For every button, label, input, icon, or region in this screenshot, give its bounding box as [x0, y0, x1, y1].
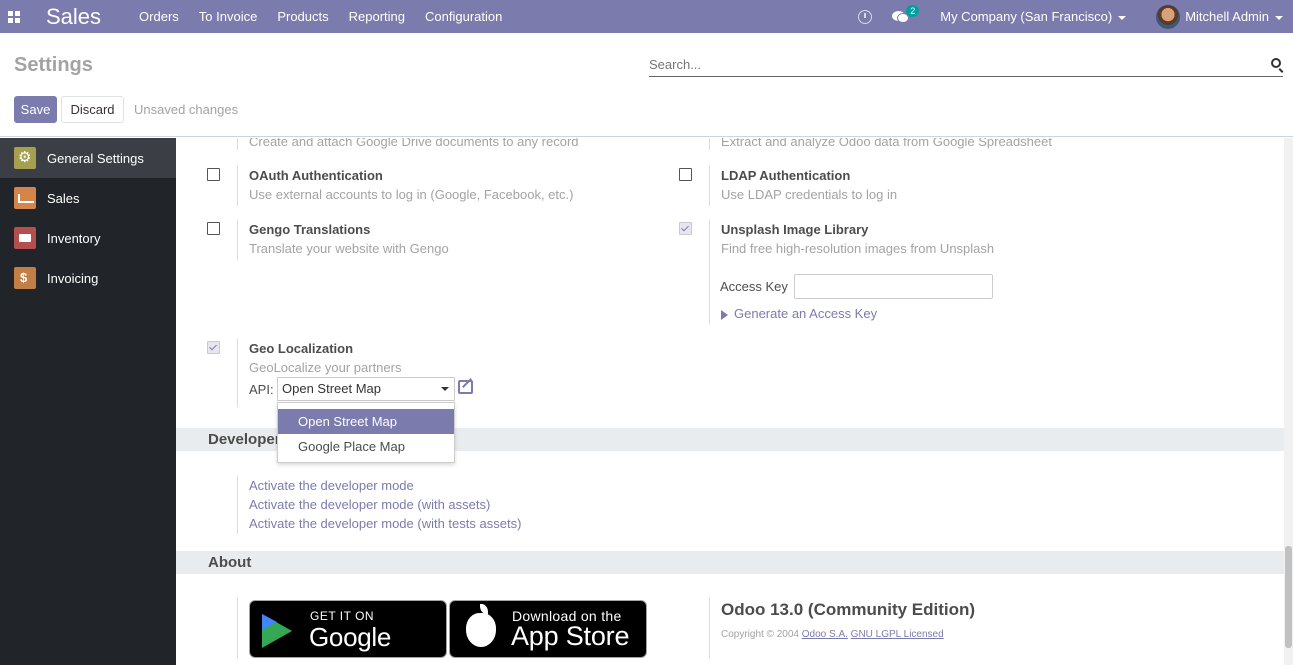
api-select-value: Open Street Map — [282, 381, 381, 396]
activity-clock-icon[interactable] — [858, 9, 873, 24]
search-icon[interactable] — [1271, 58, 1281, 68]
unsplash-checkbox[interactable] — [679, 222, 692, 235]
chevron-down-icon — [1118, 15, 1127, 20]
menu-reporting[interactable]: Reporting — [349, 9, 405, 24]
divider — [237, 220, 238, 260]
unsplash-title: Unsplash Image Library — [721, 222, 869, 237]
settings-app-icon — [14, 147, 36, 169]
arrow-right-icon — [721, 309, 728, 320]
dropdown-option-open-street-map[interactable]: Open Street Map — [278, 409, 454, 434]
sales-app-icon — [14, 187, 36, 209]
ldap-title: LDAP Authentication — [721, 168, 851, 183]
copyright-text: Copyright © 2004 Odoo S.A. GNU LGPL Lice… — [721, 629, 944, 640]
app-store-main-text: App Store — [511, 621, 630, 651]
external-link-icon[interactable] — [458, 380, 473, 394]
copyright-prefix: Copyright © 2004 — [721, 629, 799, 640]
ldap-checkbox[interactable] — [679, 168, 692, 181]
generate-access-key-link[interactable]: Generate an Access Key — [721, 306, 877, 321]
user-name: Mitchell Admin — [1185, 9, 1269, 24]
oauth-checkbox[interactable] — [207, 168, 220, 181]
oauth-desc: Use external accounts to log in (Google,… — [249, 187, 574, 202]
license-link[interactable]: GNU LGPL Licensed — [851, 629, 944, 640]
oauth-title: OAuth Authentication — [249, 168, 383, 183]
geo-title: Geo Localization — [249, 341, 354, 356]
scrollbar-thumb[interactable] — [1285, 546, 1292, 648]
top-navbar: Sales Orders To Invoice Products Reporti… — [0, 0, 1293, 33]
search-bar — [649, 55, 1283, 77]
ldap-desc: Use LDAP credentials to log in — [721, 187, 898, 202]
settings-content: Create and attach Google Drive documents… — [176, 138, 1284, 665]
gengo-checkbox[interactable] — [207, 222, 220, 235]
geo-checkbox[interactable] — [207, 341, 220, 354]
divider — [709, 138, 710, 150]
settings-sidebar: General Settings Sales Inventory Invoici… — [0, 138, 176, 665]
divider — [709, 166, 710, 206]
divider — [237, 138, 238, 150]
menu-configuration[interactable]: Configuration — [425, 9, 502, 24]
about-section-title: About — [176, 551, 1284, 574]
divider — [237, 598, 238, 658]
inventory-app-icon — [14, 227, 36, 249]
api-select[interactable]: Open Street Map — [277, 377, 455, 401]
control-panel: Settings Save Discard Unsaved changes — [0, 40, 1293, 137]
sidebar-item-label: Invoicing — [47, 270, 99, 286]
discard-button[interactable]: Discard — [61, 96, 124, 123]
divider — [709, 220, 710, 324]
access-key-label: Access Key — [720, 279, 788, 294]
content-scrollbar[interactable] — [1284, 138, 1293, 665]
divider — [237, 339, 238, 407]
chevron-down-icon — [1275, 15, 1283, 20]
apps-menu-icon[interactable] — [0, 0, 28, 33]
company-name: My Company (San Francisco) — [940, 9, 1113, 24]
google-play-icon — [262, 614, 292, 648]
divider — [237, 476, 238, 534]
dev-mode-assets-link[interactable]: Activate the developer mode (with assets… — [249, 497, 490, 512]
company-switcher[interactable]: My Company (San Francisco) — [940, 9, 1127, 24]
chat-count-badge: 2 — [906, 4, 920, 17]
dev-mode-tests-link[interactable]: Activate the developer mode (with tests … — [249, 516, 521, 531]
app-name[interactable]: Sales — [46, 4, 101, 30]
google-play-badge[interactable]: GET IT ON Google Play — [249, 600, 447, 665]
invoicing-app-icon — [14, 267, 36, 289]
gengo-desc: Translate your website with Gengo — [249, 241, 449, 256]
sidebar-item-sales[interactable]: Sales — [0, 178, 176, 218]
api-dropdown-menu: Open Street Map Google Place Map — [277, 402, 455, 463]
unsaved-status: Unsaved changes — [134, 102, 239, 117]
google-sheet-desc: Extract and analyze Odoo data from Googl… — [721, 138, 1052, 149]
generate-access-key-label: Generate an Access Key — [734, 306, 878, 321]
dropdown-option-google-place-map[interactable]: Google Place Map — [278, 434, 454, 459]
unsplash-desc: Find free high-resolution images from Un… — [721, 241, 995, 256]
chat-icon[interactable]: 2 — [892, 4, 920, 24]
menu-orders[interactable]: Orders — [139, 9, 179, 24]
menu-products[interactable]: Products — [277, 9, 328, 24]
page-title: Settings — [14, 54, 93, 76]
sidebar-item-label: Sales — [47, 190, 80, 206]
google-play-main-text: Google Play — [309, 622, 392, 665]
search-input[interactable] — [649, 55, 1249, 72]
divider — [709, 598, 710, 658]
geo-desc: GeoLocalize your partners — [249, 360, 402, 375]
caret-down-icon — [441, 387, 449, 391]
dev-mode-link[interactable]: Activate the developer mode — [249, 478, 414, 493]
apple-icon — [466, 604, 496, 647]
avatar[interactable] — [1156, 4, 1181, 29]
main-menu: Orders To Invoice Products Reporting Con… — [139, 9, 522, 24]
api-label: API: — [249, 382, 274, 397]
odoo-version: Odoo 13.0 (Community Edition) — [721, 600, 976, 619]
google-drive-desc: Create and attach Google Drive documents… — [249, 138, 579, 149]
google-play-top-text: GET IT ON — [310, 609, 375, 623]
sidebar-item-label: General Settings — [47, 150, 144, 166]
odoo-sa-link[interactable]: Odoo S.A. — [802, 629, 848, 640]
access-key-input[interactable] — [794, 274, 993, 299]
save-button[interactable]: Save — [14, 96, 57, 123]
sidebar-item-invoicing[interactable]: Invoicing — [0, 258, 176, 298]
menu-to-invoice[interactable]: To Invoice — [199, 9, 258, 24]
sidebar-item-inventory[interactable]: Inventory — [0, 218, 176, 258]
gengo-title: Gengo Translations — [249, 222, 371, 237]
app-store-badge[interactable]: Download on the App Store — [449, 600, 647, 658]
sidebar-item-general-settings[interactable]: General Settings — [0, 138, 176, 178]
user-menu[interactable]: Mitchell Admin — [1185, 9, 1283, 24]
divider — [237, 166, 238, 206]
sidebar-item-label: Inventory — [47, 230, 101, 246]
